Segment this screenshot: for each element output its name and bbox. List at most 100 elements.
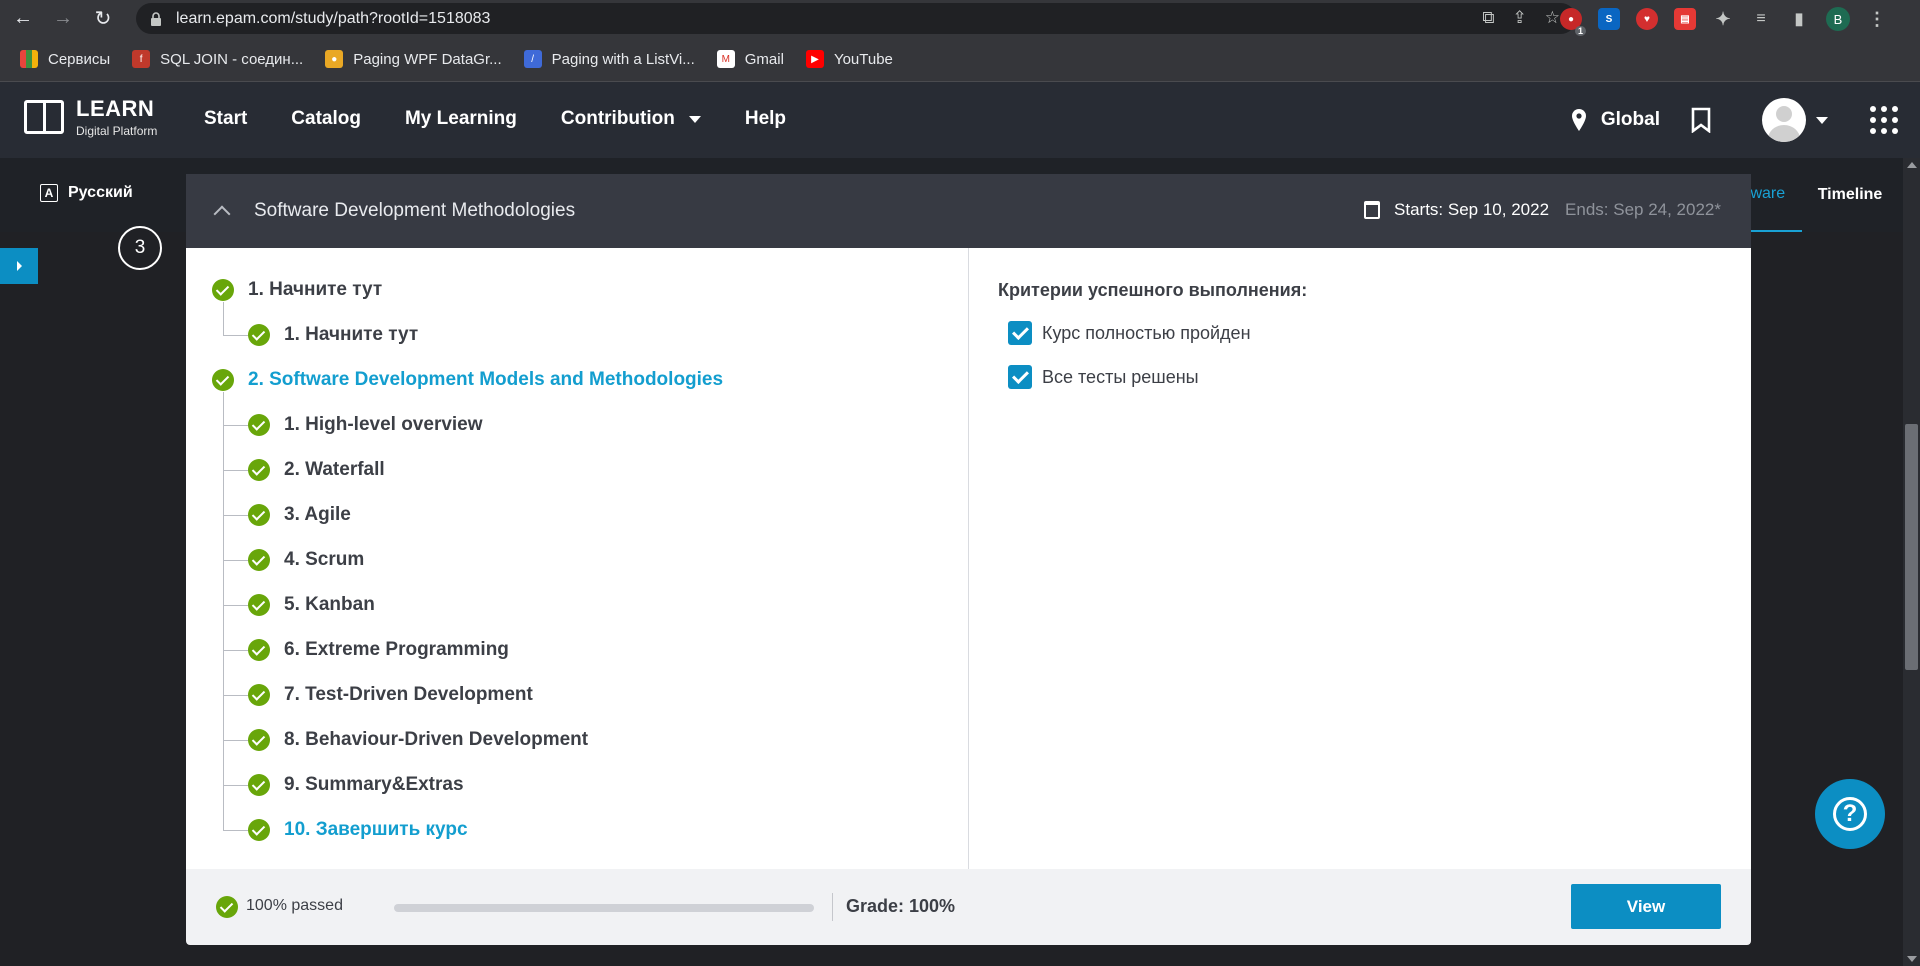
sidepanel-icon[interactable]: ▮ xyxy=(1788,8,1810,30)
tree-item-label: 1. Начните тут xyxy=(248,279,383,300)
checkbox-checked-icon xyxy=(1008,321,1032,345)
check-circle-icon xyxy=(248,774,270,796)
progress-bar xyxy=(394,904,814,912)
course-panel-footer: 100% passed Grade: 100% View xyxy=(186,869,1751,945)
tree-item[interactable]: 6. Extreme Programming xyxy=(248,638,509,662)
apps-grid-icon[interactable] xyxy=(1870,106,1898,134)
criteria-label: Все тесты решены xyxy=(1042,366,1199,387)
bookmark-icon[interactable] xyxy=(1690,107,1712,133)
check-circle-icon xyxy=(248,819,270,841)
scroll-down-icon[interactable] xyxy=(1907,956,1917,962)
tree-section[interactable]: 1. Начните тут xyxy=(212,278,382,302)
criteria-item: Курс полностью пройден xyxy=(998,321,1307,345)
tree-item[interactable]: 1. Начните тут xyxy=(248,323,418,347)
check-circle-icon xyxy=(248,414,270,436)
reload-icon[interactable]: ↻ xyxy=(86,2,120,36)
check-circle-icon xyxy=(248,684,270,706)
check-circle-icon xyxy=(248,324,270,346)
bookmark-item[interactable]: M Gmail xyxy=(716,50,784,68)
tree-connector xyxy=(223,335,248,336)
tree-connector xyxy=(223,695,248,696)
tree-item-label: 10. Завершить курс xyxy=(284,819,468,840)
bookmarks-bar: Сервисы f SQL JOIN - соедин... ● Paging WP… xyxy=(0,37,1920,82)
page-scrollbar[interactable] xyxy=(1903,158,1920,966)
location-selector[interactable]: Global xyxy=(1571,109,1660,131)
bookmark-label: SQL JOIN - соедин... xyxy=(160,50,304,68)
main-nav: Start Catalog My Learning Contribution H… xyxy=(204,108,786,130)
share-icon[interactable]: ⇪ xyxy=(1513,8,1527,28)
criteria-title: Критерии успешного выполнения: xyxy=(998,280,1308,300)
bookmark-label: Gmail xyxy=(744,50,784,68)
divider xyxy=(832,893,833,921)
criteria-label: Курс полностью пройден xyxy=(1042,322,1251,343)
puzzle-icon[interactable]: ✦ xyxy=(1712,8,1734,30)
gmail-icon: M xyxy=(716,50,735,68)
check-circle-icon xyxy=(212,279,234,301)
chevron-down-icon[interactable] xyxy=(1816,116,1828,124)
extension-icon[interactable]: ● 1 xyxy=(1560,8,1586,36)
tree-item[interactable]: 9. Summary&Extras xyxy=(248,773,464,797)
menu-dots-icon[interactable]: ⋮ xyxy=(1866,8,1888,30)
tab-timeline[interactable]: Timeline xyxy=(1802,158,1898,232)
tree-item[interactable]: 8. Behaviour-Driven Development xyxy=(248,728,588,752)
bookmark-label: Paging WPF DataGr... xyxy=(353,50,502,68)
bookmark-item[interactable]: ▶ YouTube xyxy=(805,50,893,68)
tree-item-label: 9. Summary&Extras xyxy=(284,774,464,795)
tree-item[interactable]: 1. High-level overview xyxy=(248,413,483,437)
star-icon[interactable]: ☆ xyxy=(1545,8,1560,28)
step-indicator: 3 xyxy=(118,226,162,270)
scrollbar-thumb[interactable] xyxy=(1905,424,1918,670)
bookmark-item[interactable]: Сервисы xyxy=(20,50,110,68)
tree-item[interactable]: 7. Test-Driven Development xyxy=(248,683,533,707)
tree-connector xyxy=(223,515,248,516)
tree-item[interactable]: 2. Waterfall xyxy=(248,458,385,482)
tree-item[interactable]: 5. Kanban xyxy=(248,593,375,617)
back-icon[interactable]: ← xyxy=(6,2,40,36)
lock-icon xyxy=(151,11,161,26)
bookmark-item[interactable]: / Paging with a ListVi... xyxy=(523,50,695,68)
tree-item-label: 7. Test-Driven Development xyxy=(284,684,533,705)
course-title: Software Development Methodologies xyxy=(254,200,576,221)
address-bar[interactable]: learn.epam.com/study/path?rootId=1518083… xyxy=(136,3,1576,34)
apps-icon xyxy=(20,50,38,68)
tree-item[interactable]: 4. Scrum xyxy=(248,548,364,572)
checkbox-checked-icon xyxy=(1008,365,1032,389)
course-panel-body: 1. Начните тут 1. Начните тут 2. Software … xyxy=(186,248,1751,869)
grade: Grade: 100% xyxy=(846,896,956,916)
chevron-up-icon[interactable] xyxy=(213,205,231,223)
bookmark-item[interactable]: ● Paging WPF DataGr... xyxy=(325,50,502,68)
tree-item-label: 5. Kanban xyxy=(284,594,375,615)
tree-section[interactable]: 2. Software Development Models and Metho… xyxy=(212,368,723,392)
tree-item-label: 2. Waterfall xyxy=(284,459,385,480)
tree-item-label: 8. Behaviour-Driven Development xyxy=(284,729,589,750)
bookmark-item[interactable]: f SQL JOIN - соедин... xyxy=(132,50,303,68)
logo[interactable]: LEARN Digital Platform xyxy=(24,96,157,138)
check-circle-icon xyxy=(248,459,270,481)
media-icon[interactable]: ≡ xyxy=(1750,8,1772,30)
tree-connector xyxy=(223,560,248,561)
tree-item[interactable]: 10. Завершить курс xyxy=(248,818,468,842)
check-circle-icon xyxy=(248,504,270,526)
nav-catalog[interactable]: Catalog xyxy=(291,108,361,130)
nav-start[interactable]: Start xyxy=(204,108,247,130)
nav-my-learning[interactable]: My Learning xyxy=(405,108,517,130)
help-button[interactable]: ? xyxy=(1815,779,1885,849)
tree-connector xyxy=(223,470,248,471)
translate-icon[interactable]: ⧉ xyxy=(1482,8,1494,28)
user-avatar[interactable] xyxy=(1762,98,1806,142)
sidebar-toggle[interactable] xyxy=(0,248,38,284)
language-selector[interactable]: A Русский xyxy=(40,184,133,202)
nav-help[interactable]: Help xyxy=(745,108,786,130)
scroll-up-icon[interactable] xyxy=(1907,162,1917,168)
extension-icon[interactable]: S xyxy=(1598,8,1620,30)
tree-item[interactable]: 3. Agile xyxy=(248,503,351,527)
location-pin-icon xyxy=(1571,109,1586,131)
nav-contribution[interactable]: Contribution xyxy=(561,108,701,130)
profile-avatar[interactable]: B xyxy=(1826,7,1850,31)
logo-title: LEARN xyxy=(76,96,155,121)
view-button[interactable]: View xyxy=(1571,884,1721,929)
extension-icon[interactable]: ▤ xyxy=(1674,8,1696,30)
translate-icon: A xyxy=(40,184,58,202)
extension-icon[interactable]: ♥ xyxy=(1636,8,1658,30)
forward-icon[interactable]: → xyxy=(46,2,80,36)
